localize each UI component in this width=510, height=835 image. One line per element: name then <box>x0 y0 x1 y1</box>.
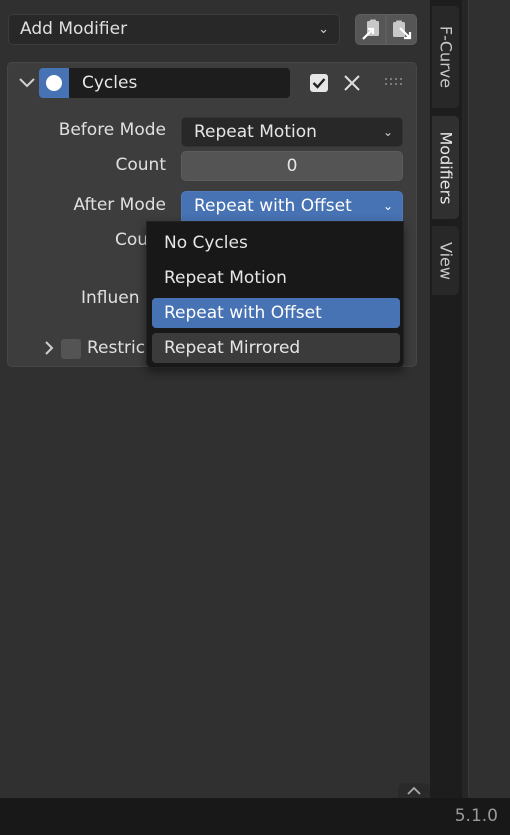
before-mode-label: Before Mode <box>58 120 166 140</box>
menu-item-label: Repeat Mirrored <box>164 338 301 358</box>
menu-item-repeat-with-offset[interactable]: Repeat with Offset <box>152 298 400 328</box>
menu-item-label: Repeat Motion <box>164 268 287 288</box>
before-mode-select[interactable]: Repeat Motion ⌄ <box>181 117 403 147</box>
before-mode-value: Repeat Motion <box>194 122 317 142</box>
chevron-down-icon: ⌄ <box>318 22 329 37</box>
add-modifier-dropdown[interactable]: Add Modifier ⌄ <box>8 14 340 45</box>
influence-label: Influen <box>81 288 140 308</box>
after-mode-select[interactable]: Repeat with Offset ⌄ <box>181 191 403 221</box>
chevron-down-icon: ⌄ <box>382 125 393 139</box>
chevron-up-icon <box>407 786 421 795</box>
tab-f-curve[interactable]: F-Curve <box>432 6 459 108</box>
paste-from-clipboard-icon <box>393 20 412 40</box>
count-label: Count <box>115 155 167 175</box>
modifier-name-field[interactable]: Cycles <box>69 68 290 98</box>
tab-modifiers[interactable]: Modifiers <box>432 116 459 219</box>
menu-item-no-cycles[interactable]: No Cycles <box>152 228 400 258</box>
checkmark-icon <box>312 78 326 89</box>
menu-item-label: Repeat with Offset <box>164 303 322 323</box>
tab-label: F-Curve <box>436 25 455 89</box>
restrict-frame-range-checkbox[interactable] <box>61 339 81 359</box>
restrict-frame-range-label: Restric <box>87 338 146 358</box>
menu-item-label: No Cycles <box>164 233 248 253</box>
collapse-chevron-icon[interactable] <box>18 74 36 92</box>
adjacent-region <box>468 0 510 798</box>
drag-handle-icon[interactable] <box>384 77 404 87</box>
tab-label: View <box>436 241 455 280</box>
count-field[interactable]: 0 <box>181 151 403 181</box>
modifier-enabled-checkbox[interactable] <box>310 74 328 92</box>
paste-modifiers-button[interactable] <box>386 14 417 45</box>
copy-modifiers-button[interactable] <box>355 14 386 45</box>
tab-label: Modifiers <box>436 130 455 205</box>
after-mode-dropdown-menu: No Cycles Repeat Motion Repeat with Offs… <box>146 221 404 368</box>
delete-modifier-icon[interactable] <box>342 73 362 93</box>
chevron-down-icon: ⌄ <box>382 199 393 213</box>
menu-item-repeat-motion[interactable]: Repeat Motion <box>152 263 400 293</box>
expand-chevron-icon[interactable] <box>41 339 57 357</box>
tab-view[interactable]: View <box>432 226 459 295</box>
copy-to-clipboard-icon <box>362 19 379 40</box>
cycles-modifier-icon <box>39 68 69 98</box>
menu-item-repeat-mirrored[interactable]: Repeat Mirrored <box>152 333 400 363</box>
status-bar <box>0 798 510 835</box>
after-mode-value: Repeat with Offset <box>194 196 352 216</box>
after-mode-label: After Mode <box>73 195 166 215</box>
add-modifier-label: Add Modifier <box>20 19 128 39</box>
scroll-up-button[interactable] <box>398 783 430 799</box>
version-label: 5.1.0 <box>454 806 498 826</box>
